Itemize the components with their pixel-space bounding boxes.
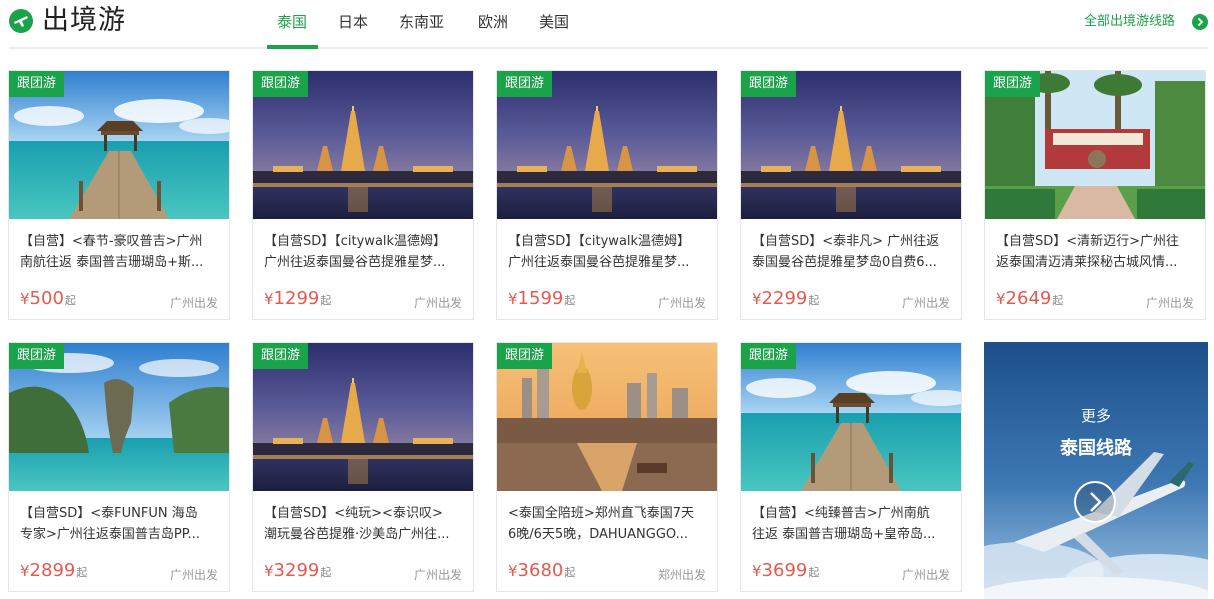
tab-japan[interactable]: 日本 bbox=[338, 12, 368, 32]
temple-night-photo: 跟团游 bbox=[497, 71, 717, 219]
tour-title[interactable]: 【自营SD】【citywalk温德姆】 广州往返泰国曼谷芭提雅星梦... bbox=[264, 231, 464, 273]
tab-europe[interactable]: 欧洲 bbox=[478, 12, 508, 32]
tour-title[interactable]: 【自营SD】<泰FUNFUN 海岛 专家>广州往返泰国普吉岛PP... bbox=[20, 503, 220, 545]
chevron-right-circle-icon[interactable] bbox=[1192, 14, 1208, 30]
bangkok-canal-photo: 跟团游 bbox=[497, 343, 717, 491]
tour-price: ¥1599起 bbox=[508, 288, 576, 309]
tour-price: ¥3699起 bbox=[752, 560, 820, 581]
tour-type-badge: 跟团游 bbox=[9, 343, 65, 369]
tour-price: ¥500起 bbox=[20, 288, 76, 309]
section-header: 出境游 泰国 日本 东南亚 欧洲 美国 全部出境游线路 bbox=[0, 0, 1214, 50]
tour-title[interactable]: <泰国全陪班>郑州直飞泰国7天 6晚/6天5晚，DAHUANGGO... bbox=[508, 503, 708, 545]
chiangmai-gate-photo: 跟团游 bbox=[985, 71, 1205, 219]
pier-sea-photo: 跟团游 bbox=[741, 343, 961, 491]
tour-card[interactable]: 跟团游 【自营】<纯臻普吉>广州南航 往返 泰国普吉珊瑚岛+皇帝岛... ¥369… bbox=[740, 342, 962, 592]
tour-type-badge: 跟团游 bbox=[741, 343, 797, 369]
tour-title[interactable]: 【自营SD】<清新迈行>广州往 返泰国清迈清莱探秘古城风情... bbox=[996, 231, 1196, 273]
chevron-right-circle-icon[interactable] bbox=[1073, 480, 1117, 524]
tour-title[interactable]: 【自营】<春节-豪叹普吉>广州 南航往返 泰国普吉珊瑚岛+斯... bbox=[20, 231, 220, 273]
tour-price: ¥1299起 bbox=[264, 288, 332, 309]
temple-night-photo: 跟团游 bbox=[741, 71, 961, 219]
departure-city: 广州出发 bbox=[169, 296, 218, 310]
tour-card[interactable]: 跟团游 <泰国全陪班>郑州直飞泰国7天 6晚/6天5晚，DAHUANGGO... … bbox=[496, 342, 718, 592]
section-title: 出境游 bbox=[42, 5, 126, 36]
tour-type-badge: 跟团游 bbox=[253, 71, 309, 97]
tour-price: ¥2299起 bbox=[752, 288, 820, 309]
tour-title[interactable]: 【自营SD】<泰非凡> 广州往返 泰国曼谷芭提雅星梦岛0自费6... bbox=[752, 231, 952, 273]
thailand-routes-label: 泰国线路 bbox=[1060, 438, 1132, 459]
all-outbound-routes-link[interactable]: 全部出境游线路 bbox=[1084, 12, 1175, 32]
tour-card[interactable]: 跟团游 【自营SD】<清新迈行>广州往 返泰国清迈清莱探秘古城风情... ¥264… bbox=[984, 70, 1206, 320]
karst-island-photo: 跟团游 bbox=[9, 343, 229, 491]
tour-card[interactable]: 跟团游 【自营SD】<泰非凡> 广州往返 泰国曼谷芭提雅星梦岛0自费6... ¥2… bbox=[740, 70, 962, 320]
tour-price: ¥2649起 bbox=[996, 288, 1064, 309]
departure-city: 广州出发 bbox=[901, 296, 950, 310]
tab-usa[interactable]: 美国 bbox=[539, 12, 569, 32]
more-thailand-routes-card[interactable]: 更多 泰国线路 bbox=[984, 342, 1208, 599]
tour-card[interactable]: 跟团游 【自营SD】【citywalk温德姆】 广州往返泰国曼谷芭提雅星梦... … bbox=[496, 70, 718, 320]
tour-title[interactable]: 【自营SD】<纯玩><泰识叹> 潮玩曼谷芭提雅·沙美岛广州往... bbox=[264, 503, 464, 545]
tour-price: ¥2899起 bbox=[20, 560, 88, 581]
tab-thailand[interactable]: 泰国 bbox=[277, 12, 307, 32]
departure-city: 广州出发 bbox=[169, 568, 218, 582]
tour-title[interactable]: 【自营】<纯臻普吉>广州南航 往返 泰国普吉珊瑚岛+皇帝岛... bbox=[752, 503, 952, 545]
tour-card[interactable]: 跟团游 【自营SD】<纯玩><泰识叹> 潮玩曼谷芭提雅·沙美岛广州往... ¥32… bbox=[252, 342, 474, 592]
departure-city: 郑州出发 bbox=[657, 568, 706, 582]
tour-type-badge: 跟团游 bbox=[497, 71, 553, 97]
more-label: 更多 bbox=[1080, 407, 1111, 425]
tour-type-badge: 跟团游 bbox=[497, 343, 553, 369]
temple-night-photo: 跟团游 bbox=[253, 71, 473, 219]
tour-price: ¥3299起 bbox=[264, 560, 332, 581]
active-tab-underline bbox=[267, 45, 318, 49]
tour-type-badge: 跟团游 bbox=[9, 71, 65, 97]
departure-city: 广州出发 bbox=[901, 568, 950, 582]
departure-city: 广州出发 bbox=[413, 568, 462, 582]
tab-southeast-asia[interactable]: 东南亚 bbox=[399, 12, 444, 32]
tour-card[interactable]: 跟团游 【自营SD】<泰FUNFUN 海岛 专家>广州往返泰国普吉岛PP... ¥… bbox=[8, 342, 230, 592]
tour-type-badge: 跟团游 bbox=[741, 71, 797, 97]
header-divider bbox=[9, 47, 1208, 49]
departure-city: 广州出发 bbox=[657, 296, 706, 310]
tour-price: ¥3680起 bbox=[508, 560, 576, 581]
tour-card[interactable]: 跟团游 【自营SD】【citywalk温德姆】 广州往返泰国曼谷芭提雅星梦... … bbox=[252, 70, 474, 320]
airplane-clouds-photo bbox=[984, 342, 1208, 599]
departure-city: 广州出发 bbox=[1145, 296, 1194, 310]
tour-card[interactable]: 跟团游 【自营】<春节-豪叹普吉>广州 南航往返 泰国普吉珊瑚岛+斯... ¥50… bbox=[8, 70, 230, 320]
pier-sea-photo: 跟团游 bbox=[9, 71, 229, 219]
tour-type-badge: 跟团游 bbox=[253, 343, 309, 369]
departure-city: 广州出发 bbox=[413, 296, 462, 310]
tour-title[interactable]: 【自营SD】【citywalk温德姆】 广州往返泰国曼谷芭提雅星梦... bbox=[508, 231, 708, 273]
airplane-circle-icon bbox=[9, 9, 33, 33]
temple-night-photo: 跟团游 bbox=[253, 343, 473, 491]
tour-type-badge: 跟团游 bbox=[985, 71, 1041, 97]
